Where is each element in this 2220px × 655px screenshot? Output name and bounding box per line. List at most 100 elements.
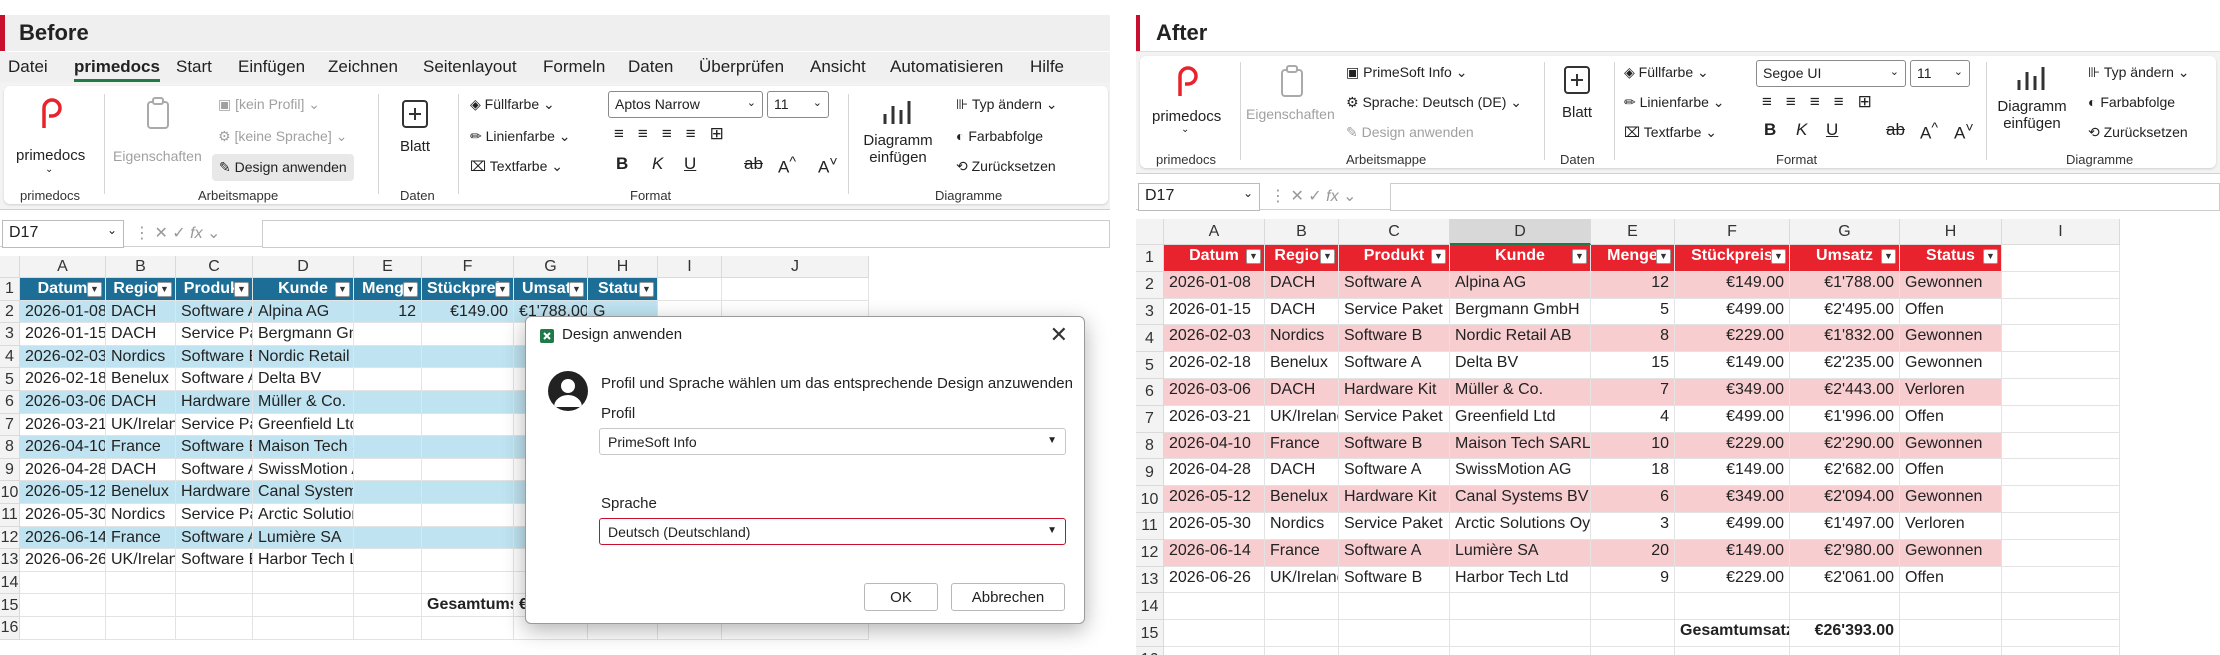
fuellfarbe-button[interactable]: ◈ Füllfarbe ⌄: [1624, 64, 1709, 81]
menu-automatisieren[interactable]: Automatisieren: [890, 57, 1003, 77]
table-cell[interactable]: Lumière SA: [1450, 539, 1591, 567]
alignment-icons[interactable]: ≡≡≡≡⊞: [1762, 92, 1886, 112]
row-header[interactable]: 16: [0, 617, 20, 640]
table-cell[interactable]: [422, 345, 514, 369]
table-cell[interactable]: France: [106, 436, 176, 459]
table-cell[interactable]: 2026-02-03: [20, 345, 106, 369]
empty-cell[interactable]: [20, 594, 106, 617]
row-header[interactable]: 5: [1136, 352, 1164, 379]
table-cell[interactable]: €2'495.00: [1790, 298, 1900, 326]
table-cell[interactable]: [354, 391, 422, 414]
table-cell[interactable]: Software A: [176, 368, 253, 391]
filter-dropdown-icon[interactable]: ▼: [1771, 249, 1786, 264]
formula-controls[interactable]: ⋮ ✕ ✓ fx ⌄: [1270, 186, 1356, 206]
table-cell[interactable]: Arctic Solutions Oy: [253, 504, 354, 527]
column-header[interactable]: H: [1900, 219, 2002, 245]
row-header[interactable]: 1: [0, 278, 20, 301]
table-cell[interactable]: Bergmann GmbH: [1450, 298, 1591, 326]
empty-cell[interactable]: [1164, 593, 1265, 621]
table-cell[interactable]: 2026-05-30: [1164, 513, 1265, 540]
table-cell[interactable]: Gewonnen: [1900, 352, 2002, 379]
table-cell[interactable]: 10: [1591, 432, 1675, 460]
table-cell[interactable]: 2026-05-12: [1164, 486, 1265, 513]
table-header-cell[interactable]: Umsatz ▼: [1790, 245, 1900, 272]
table-header-cell[interactable]: Menge ▼: [1591, 245, 1675, 272]
diagramm-einfuegen-button[interactable]: Diagramm einfügen: [856, 96, 938, 176]
zuruecksetzen-button[interactable]: ⟲ Zurücksetzen: [2088, 124, 2188, 141]
shrink-font-icon[interactable]: A˅: [1954, 120, 1974, 144]
table-cell[interactable]: €349.00: [1675, 379, 1790, 406]
table-cell[interactable]: €149.00: [1675, 352, 1790, 379]
linienfarbe-button[interactable]: ✏ Linienfarbe ⌄: [1624, 94, 1725, 111]
table-cell[interactable]: Nordics: [106, 345, 176, 369]
empty-cell[interactable]: [2002, 486, 2120, 513]
table-cell[interactable]: DACH: [1265, 298, 1339, 326]
table-cell[interactable]: €1'497.00: [1790, 513, 1900, 540]
empty-cell[interactable]: [2002, 298, 2120, 326]
font-select[interactable]: Aptos Narrow ⌄: [608, 91, 763, 118]
formula-input[interactable]: [262, 220, 1110, 248]
table-cell[interactable]: €2'290.00: [1790, 432, 1900, 460]
cancel-button[interactable]: Abbrechen: [951, 583, 1065, 611]
table-cell[interactable]: 2026-06-26: [20, 549, 106, 572]
table-cell[interactable]: 12: [1591, 271, 1675, 299]
table-cell[interactable]: Nordic Retail AB: [1450, 325, 1591, 353]
column-header[interactable]: A: [1164, 219, 1265, 245]
filter-dropdown-icon[interactable]: ▼: [403, 282, 418, 297]
table-cell[interactable]: Canal Systems BV: [1450, 486, 1591, 513]
table-cell[interactable]: Nordics: [1265, 325, 1339, 353]
table-cell[interactable]: 8: [1591, 325, 1675, 353]
table-cell[interactable]: 2026-03-21: [20, 413, 106, 437]
column-header[interactable]: I: [658, 256, 722, 278]
row-header[interactable]: 8: [1136, 432, 1164, 460]
table-cell[interactable]: Service Paket: [176, 413, 253, 437]
table-cell[interactable]: €1'788.00: [1790, 271, 1900, 299]
blatt-button[interactable]: Blatt: [386, 96, 446, 176]
column-header[interactable]: B: [1265, 219, 1339, 245]
empty-cell[interactable]: [422, 571, 514, 595]
typ-aendern-button[interactable]: ⊪ Typ ändern ⌄: [956, 96, 1058, 113]
table-cell[interactable]: Müller & Co.: [253, 391, 354, 414]
table-cell[interactable]: [422, 368, 514, 391]
table-cell[interactable]: Nordics: [1265, 513, 1339, 540]
table-cell[interactable]: Gewonnen: [1900, 271, 2002, 299]
eigenschaften-button[interactable]: Eigenschaften: [110, 94, 210, 174]
table-cell[interactable]: Offen: [1900, 459, 2002, 487]
table-cell[interactable]: €2'061.00: [1790, 566, 1900, 594]
table-cell[interactable]: Delta BV: [1450, 352, 1591, 379]
table-cell[interactable]: €499.00: [1675, 298, 1790, 326]
table-cell[interactable]: Verloren: [1900, 379, 2002, 406]
table-cell[interactable]: [354, 549, 422, 572]
empty-cell[interactable]: [2002, 405, 2120, 433]
table-cell[interactable]: 5: [1591, 298, 1675, 326]
table-cell[interactable]: [422, 549, 514, 572]
table-cell[interactable]: €2'682.00: [1790, 459, 1900, 487]
empty-cell[interactable]: [422, 617, 514, 640]
column-header[interactable]: F: [422, 256, 514, 278]
row-header[interactable]: 5: [0, 368, 20, 391]
table-cell[interactable]: Müller & Co.: [1450, 379, 1591, 406]
table-header-cell[interactable]: Status ▼: [1900, 245, 2002, 272]
table-cell[interactable]: 9: [1591, 566, 1675, 594]
table-cell[interactable]: 2026-02-03: [1164, 325, 1265, 353]
table-cell[interactable]: Nordic Retail AB: [253, 345, 354, 369]
table-cell[interactable]: [422, 436, 514, 459]
row-header[interactable]: 2: [0, 300, 20, 324]
column-header[interactable]: F: [1675, 219, 1790, 245]
column-header[interactable]: E: [1591, 219, 1675, 245]
empty-cell[interactable]: [253, 594, 354, 617]
empty-cell[interactable]: [1900, 647, 2002, 655]
design-anwenden-button[interactable]: ✎ Design anwenden: [212, 154, 354, 181]
table-cell[interactable]: [422, 323, 514, 346]
filter-dropdown-icon[interactable]: ▼: [87, 282, 102, 297]
row-header[interactable]: 12: [0, 526, 20, 550]
table-cell[interactable]: 2026-05-30: [20, 504, 106, 527]
row-header[interactable]: 4: [1136, 325, 1164, 353]
empty-cell[interactable]: [253, 571, 354, 595]
table-cell[interactable]: 3: [1591, 513, 1675, 540]
table-cell[interactable]: DACH: [1265, 379, 1339, 406]
linienfarbe-button[interactable]: ✏ Linienfarbe ⌄: [470, 128, 571, 145]
empty-cell[interactable]: [1591, 593, 1675, 621]
table-header-cell[interactable]: Kunde ▼: [253, 278, 354, 301]
table-cell[interactable]: Offen: [1900, 298, 2002, 326]
